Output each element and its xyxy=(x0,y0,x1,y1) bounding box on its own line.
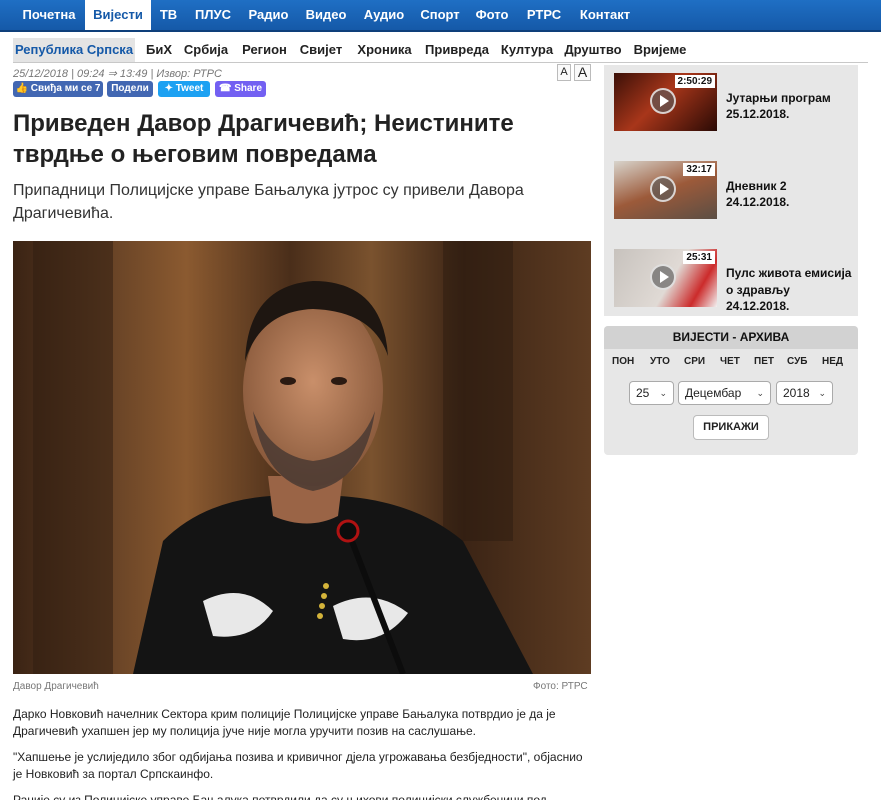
video-duration: 2:50:29 xyxy=(674,75,715,88)
font-increase-button[interactable]: A xyxy=(574,64,591,81)
video-title[interactable]: Јутарњи програм xyxy=(726,90,854,107)
weekday-label: НЕД xyxy=(822,356,844,367)
viber-icon: ☎ xyxy=(218,83,232,94)
article-title: Приведен Давор Драгичевић; Неистините тв… xyxy=(13,110,514,168)
weekday-label: ПОН xyxy=(612,356,635,367)
chevron-down-icon: ⌄ xyxy=(818,388,826,398)
weekday-label: УТО xyxy=(650,356,670,367)
subnav-vrijeme[interactable]: Вријеме xyxy=(630,38,690,62)
subnav-region[interactable]: Регион xyxy=(237,38,292,62)
nav-video[interactable]: Видео xyxy=(297,0,355,30)
nav-kontakt[interactable]: Контакт xyxy=(571,0,639,30)
nav-sport[interactable]: Спорт xyxy=(413,0,467,30)
weekday-label: ПЕТ xyxy=(754,356,774,367)
subnav-hronika[interactable]: Хроника xyxy=(352,38,417,62)
article-paragraph: Дарко Новковић начелник Сектора крим пол… xyxy=(13,707,556,738)
subnav-svijet[interactable]: Свијет xyxy=(296,38,346,62)
like-label: Свиђа ми се 7 xyxy=(30,83,101,94)
video-thumbnail[interactable]: 2:50:29 xyxy=(614,73,717,131)
weekday-label: ЧЕТ xyxy=(720,356,740,367)
day-select[interactable]: 25 ⌄ xyxy=(629,381,674,405)
viber-share-button[interactable]: ☎ Share xyxy=(215,81,266,97)
man-portrait-illustration xyxy=(33,241,533,674)
nav-foto[interactable]: Фото xyxy=(467,0,517,30)
nav-radio[interactable]: Радио xyxy=(240,0,297,30)
play-icon xyxy=(650,176,676,202)
video-title[interactable]: Пулс живота емисија о здрављу xyxy=(726,265,854,299)
video-date: 25.12.2018. xyxy=(726,107,790,121)
subnav-srbija[interactable]: Србија xyxy=(181,38,231,62)
article-meta: 25/12/2018 | 09:24 ⇒ 13:49 | Извор: РТРС xyxy=(13,68,222,80)
nav-rtrs[interactable]: РТРС xyxy=(517,0,571,30)
photo-credit: Фото: РТРС xyxy=(533,681,588,692)
article-lead: Припадници Полицијске управе Бањалука ју… xyxy=(13,182,524,222)
weekday-label: СУБ xyxy=(787,356,808,367)
subnav-bih[interactable]: БиХ xyxy=(140,38,178,62)
article-paragraph: Раније су из Полицијске управе Бањалука … xyxy=(13,793,547,800)
video-title[interactable]: Дневник 2 xyxy=(726,178,854,195)
month-select[interactable]: Децембар ⌄ xyxy=(678,381,771,405)
news-archive-panel: ВИЈЕСТИ - АРХИВА ПОН УТО СРИ ЧЕТ ПЕТ СУБ… xyxy=(604,326,858,455)
twitter-tweet-button[interactable]: ✦ Tweet xyxy=(158,81,210,97)
nav-pocetna[interactable]: Почетна xyxy=(13,0,85,30)
thumbs-up-icon: 👍 xyxy=(15,83,28,94)
chevron-down-icon: ⌄ xyxy=(756,388,764,398)
video-date: 24.12.2018. xyxy=(726,299,790,313)
font-decrease-button[interactable]: A xyxy=(557,64,571,81)
photo-caption: Давор Драгичевић xyxy=(13,681,99,692)
month-select-value: Децембар xyxy=(685,386,742,400)
weekday-label: СРИ xyxy=(684,356,706,367)
video-thumbnail[interactable]: 32:17 xyxy=(614,161,717,219)
day-select-value: 25 xyxy=(636,386,650,400)
subnav-privreda[interactable]: Привреда xyxy=(421,38,493,62)
video-duration: 25:31 xyxy=(683,251,715,264)
subnav-kultura[interactable]: Култура xyxy=(497,38,557,62)
play-icon xyxy=(650,88,676,114)
facebook-share-button[interactable]: Подели xyxy=(107,81,153,97)
viber-label: Share xyxy=(234,83,263,94)
video-duration: 32:17 xyxy=(683,163,715,176)
nav-plus[interactable]: ПЛУС xyxy=(186,0,240,30)
year-select-value: 2018 xyxy=(783,386,810,400)
nav-audio[interactable]: Аудио xyxy=(355,0,413,30)
archive-title: ВИЈЕСТИ - АРХИВА xyxy=(604,326,858,349)
main-navigation: Почетна Вијести ТВ ПЛУС Радио Видео Ауди… xyxy=(0,0,881,32)
article-paragraph: "Хапшење је услиједило због одбијања поз… xyxy=(13,750,583,781)
chevron-down-icon: ⌄ xyxy=(659,388,667,398)
video-thumbnail[interactable]: 25:31 xyxy=(614,249,717,307)
subnav-republika-srpska[interactable]: Република Српска xyxy=(13,38,135,62)
category-navigation: Република Српска БиХ Србија Регион Свије… xyxy=(13,38,868,63)
play-icon xyxy=(650,264,676,290)
video-list-panel: 2:50:29 Јутарњи програм 25.12.2018. 32:1… xyxy=(604,65,858,316)
twitter-bird-icon: ✦ xyxy=(164,83,173,94)
tweet-label: Tweet xyxy=(175,83,204,94)
article-photo xyxy=(13,241,591,674)
year-select[interactable]: 2018 ⌄ xyxy=(776,381,833,405)
subnav-drustvo[interactable]: Друштво xyxy=(562,38,624,62)
video-date: 24.12.2018. xyxy=(726,195,790,209)
nav-vijesti[interactable]: Вијести xyxy=(85,0,151,30)
facebook-like-button[interactable]: 👍 Свиђа ми се 7 xyxy=(13,81,103,97)
show-archive-button[interactable]: ПРИКАЖИ xyxy=(693,415,769,440)
nav-tv[interactable]: ТВ xyxy=(151,0,186,30)
